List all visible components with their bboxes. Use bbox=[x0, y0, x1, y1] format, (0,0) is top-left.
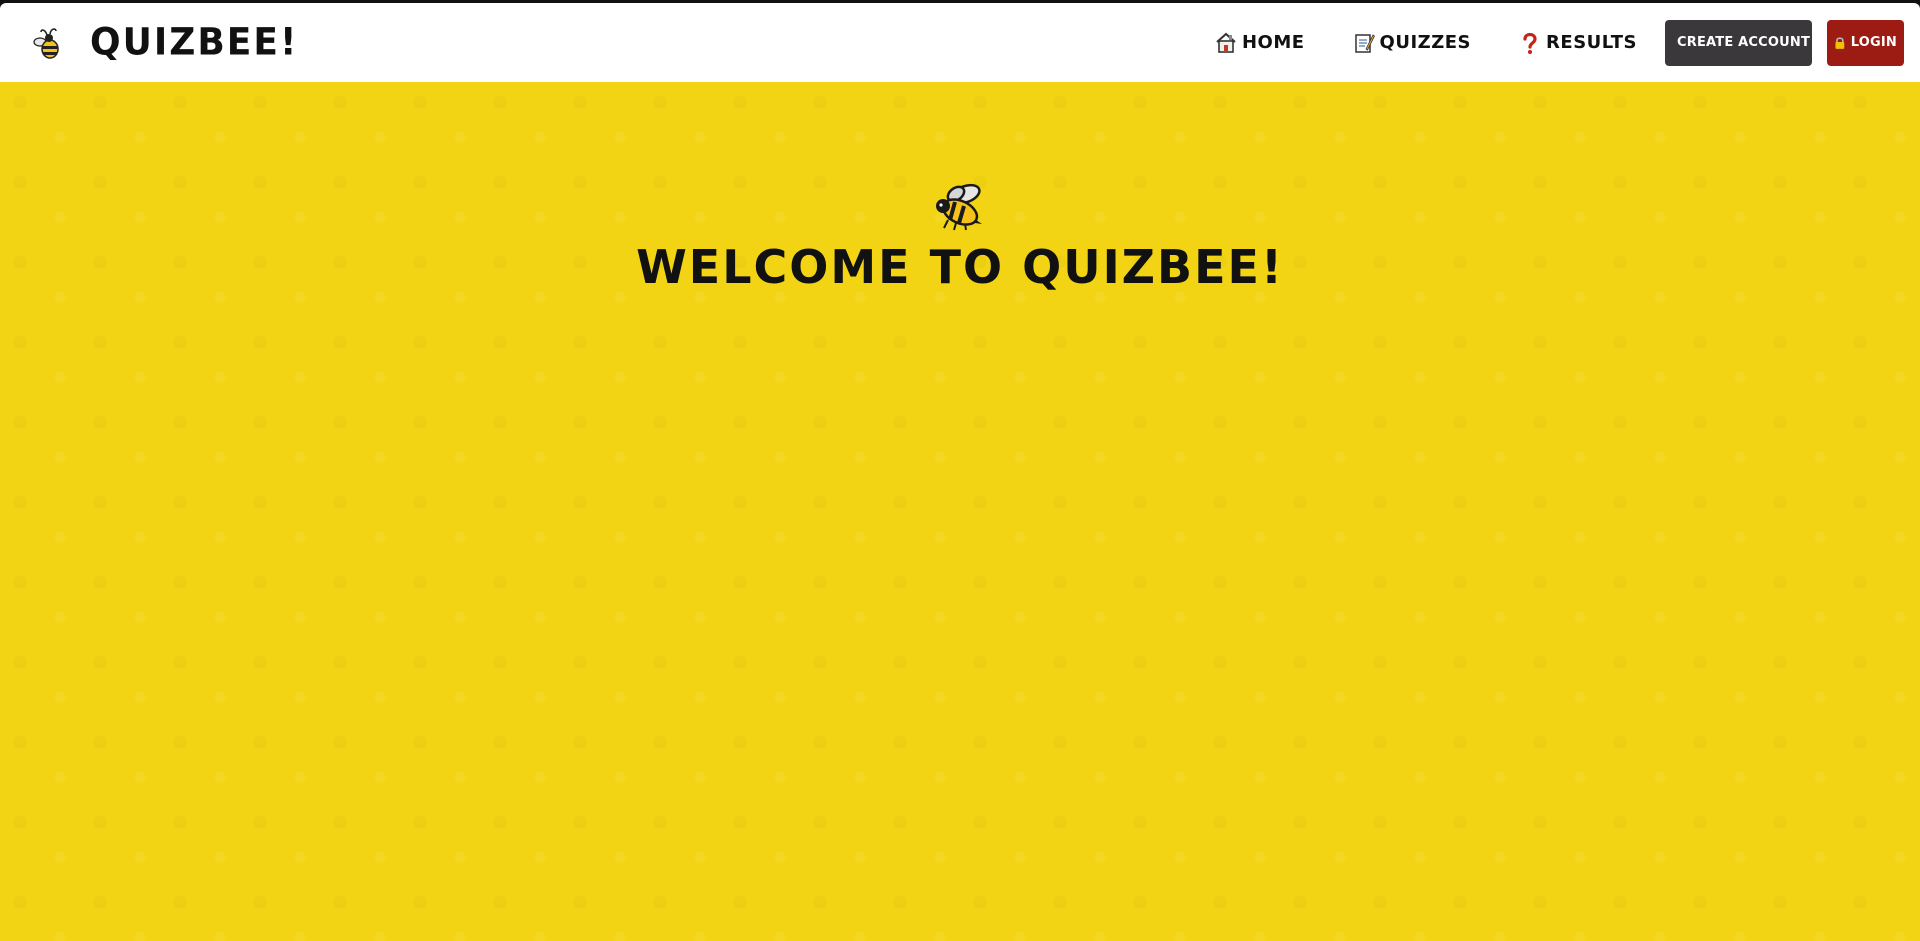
create-account-label: CREATE ACCOUNT bbox=[1677, 35, 1811, 50]
bee-icon bbox=[936, 183, 982, 231]
login-label: LOGIN bbox=[1850, 35, 1897, 50]
memo-icon bbox=[1354, 33, 1375, 53]
nav-link-home-label: HOME bbox=[1241, 32, 1305, 53]
nav-links: HOME QUIZZES RESULTS bbox=[1215, 3, 1665, 82]
page: QUIZBEE! HOME QUIZZES RESULTS CREATE ACC… bbox=[0, 0, 1920, 941]
create-account-button[interactable]: CREATE ACCOUNT bbox=[1665, 19, 1812, 66]
brand-title: QUIZBEE! bbox=[90, 20, 299, 65]
login-button[interactable]: LOGIN bbox=[1827, 19, 1904, 66]
navbar: QUIZBEE! HOME QUIZZES RESULTS CREATE ACC… bbox=[0, 3, 1920, 82]
nav-link-home[interactable]: HOME bbox=[1215, 31, 1305, 55]
hero-title: WELCOME TO QUIZBEE! bbox=[636, 240, 1284, 294]
nav-link-results-label: RESULTS bbox=[1546, 32, 1637, 53]
lock-icon bbox=[1835, 36, 1845, 49]
house-icon bbox=[1216, 32, 1236, 53]
hero-section: WELCOME TO QUIZBEE! bbox=[0, 82, 1920, 941]
brand[interactable]: QUIZBEE! bbox=[30, 3, 298, 82]
bee-icon bbox=[33, 27, 59, 59]
nav-link-results[interactable]: RESULTS bbox=[1519, 31, 1637, 55]
question-mark-icon bbox=[1523, 32, 1537, 54]
nav-link-quizzes-label: QUIZZES bbox=[1379, 32, 1472, 53]
nav-link-quizzes[interactable]: QUIZZES bbox=[1353, 31, 1471, 55]
